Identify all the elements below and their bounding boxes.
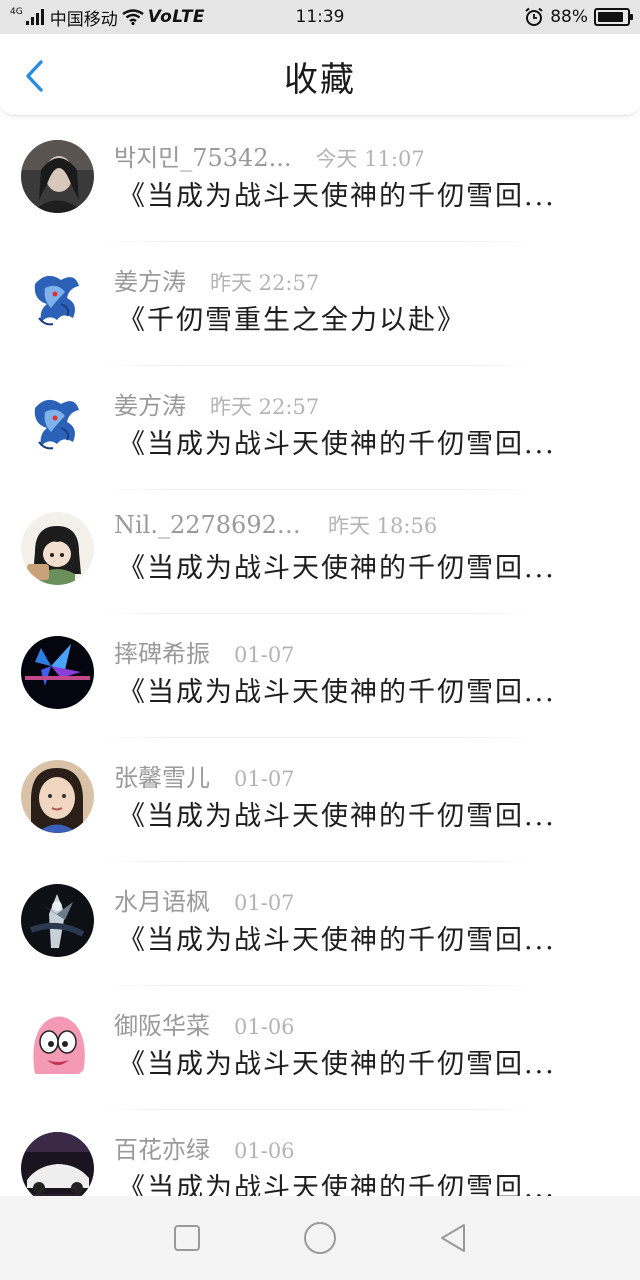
status-bar: 4G 中国移动 VoLTE 11:39 88%	[0, 0, 640, 34]
avatar-anime-girl	[21, 512, 94, 585]
page-title: 收藏	[284, 60, 356, 100]
avatar-girl-photo	[21, 760, 94, 833]
favorites-list[interactable]: 박지민_75342... 今天 11:07 《当成为战斗天使神的千仞雪回... …	[0, 118, 640, 1196]
favorite-content[interactable]: 《当成为战斗天使神的千仞雪回...	[118, 422, 588, 461]
favorite-content[interactable]: 《当成为战斗天使神的千仞雪回...	[118, 1042, 588, 1081]
item-meta: 姜方涛 昨天 22:57	[114, 262, 319, 297]
avatar[interactable]	[21, 388, 94, 461]
item-meta: Nil._22786929... 昨天 18:56	[114, 510, 437, 540]
status-right: 88%	[524, 7, 633, 27]
wifi-icon	[122, 9, 144, 25]
favorite-content[interactable]: 《当成为战斗天使神的千仞雪回...	[118, 1166, 588, 1196]
title-bar: 收藏	[0, 34, 640, 116]
battery-icon	[594, 8, 633, 26]
timestamp: 01-07	[234, 643, 295, 667]
avatar[interactable]	[21, 1132, 94, 1196]
list-item[interactable]: 御阪华菜 01-06 《当成为战斗天使神的千仞雪回...	[0, 986, 640, 1110]
list-item[interactable]: Nil._22786929... 昨天 18:56 《当成为战斗天使神的千仞雪回…	[0, 490, 640, 614]
avatar[interactable]	[21, 636, 94, 709]
user-name[interactable]: Nil._22786929...	[114, 511, 304, 539]
timestamp: 01-07	[234, 767, 295, 791]
list-item[interactable]: 박지민_75342... 今天 11:07 《当成为战斗天使神的千仞雪回...	[0, 118, 640, 242]
item-meta: 摔碑希振 01-07	[114, 634, 295, 669]
avatar[interactable]	[21, 140, 94, 213]
battery-fill	[598, 12, 623, 22]
timestamp: 昨天 18:56	[328, 514, 438, 538]
avatar[interactable]	[21, 264, 94, 337]
carrier-name: 中国移动	[49, 9, 118, 30]
timestamp: 01-06	[234, 1139, 295, 1163]
avatar-white-car	[21, 1132, 94, 1196]
user-name[interactable]: 박지민_75342...	[114, 138, 291, 173]
timestamp: 01-06	[234, 1015, 295, 1039]
list-item[interactable]: 姜方涛 昨天 22:57 《当成为战斗天使神的千仞雪回...	[0, 366, 640, 490]
list-item[interactable]: 水月语枫 01-07 《当成为战斗天使神的千仞雪回...	[0, 862, 640, 986]
avatar-dark-blue-star	[21, 636, 94, 709]
recent-apps-button[interactable]	[167, 1218, 207, 1258]
item-meta: 姜方涛 昨天 22:57	[114, 386, 319, 421]
timestamp: 昨天 22:57	[210, 271, 320, 295]
user-name[interactable]: 摔碑希振	[114, 634, 210, 669]
volte-label: VoLTE	[147, 7, 206, 27]
user-name[interactable]: 张馨雪儿	[114, 758, 210, 793]
favorite-content[interactable]: 《当成为战斗天使神的千仞雪回...	[118, 546, 588, 585]
signal-icon	[25, 9, 44, 25]
avatar[interactable]	[21, 512, 94, 585]
system-nav-bar	[0, 1196, 640, 1280]
square-recent-icon	[173, 1225, 200, 1251]
system-back-button[interactable]	[433, 1218, 473, 1258]
timestamp: 01-07	[234, 891, 295, 915]
avatar[interactable]	[21, 760, 94, 833]
list-item[interactable]: 张馨雪儿 01-07 《当成为战斗天使神的千仞雪回...	[0, 738, 640, 862]
home-button[interactable]	[300, 1218, 340, 1258]
list-item[interactable]: 百花亦绿 01-06 《当成为战斗天使神的千仞雪回...	[0, 1110, 640, 1196]
favorite-content[interactable]: 《千仞雪重生之全力以赴》	[118, 298, 588, 337]
user-name[interactable]: 百花亦绿	[114, 1130, 210, 1165]
list-item[interactable]: 姜方涛 昨天 22:57 《千仞雪重生之全力以赴》	[0, 242, 640, 366]
circle-home-icon	[303, 1222, 336, 1254]
avatar-pink-cartoon	[21, 1008, 94, 1081]
favorite-content[interactable]: 《当成为战斗天使神的千仞雪回...	[118, 794, 588, 833]
favorite-content[interactable]: 《当成为战斗天使神的千仞雪回...	[118, 174, 588, 213]
user-name[interactable]: 姜方涛	[114, 262, 186, 297]
avatar-blue-dragon	[21, 388, 94, 461]
timestamp: 昨天 22:57	[210, 395, 320, 419]
avatar-blue-dragon	[21, 264, 94, 337]
avatar-dark-portrait	[21, 140, 94, 213]
item-meta: 张馨雪儿 01-07	[114, 758, 295, 793]
avatar-dark-figure	[21, 884, 94, 957]
favorite-content[interactable]: 《当成为战斗天使神的千仞雪回...	[118, 918, 588, 957]
avatar[interactable]	[21, 884, 94, 957]
avatar[interactable]	[21, 1008, 94, 1081]
list-item[interactable]: 摔碑希振 01-07 《当成为战斗天使神的千仞雪回...	[0, 614, 640, 738]
timestamp: 今天 11:07	[315, 147, 425, 171]
favorite-content[interactable]: 《当成为战斗天使神的千仞雪回...	[118, 670, 588, 709]
status-left: 4G 中国移动 VoLTE	[10, 5, 205, 30]
item-meta: 水月语枫 01-07	[114, 882, 295, 917]
user-name[interactable]: 水月语枫	[114, 882, 210, 917]
triangle-back-icon	[441, 1224, 466, 1252]
item-meta: 박지민_75342... 今天 11:07	[114, 138, 425, 173]
item-meta: 百花亦绿 01-06	[114, 1130, 295, 1165]
user-name[interactable]: 御阪华菜	[114, 1006, 210, 1041]
user-name[interactable]: 姜方涛	[114, 386, 186, 421]
item-meta: 御阪华菜 01-06	[114, 1006, 295, 1041]
network-type: 4G	[10, 6, 23, 17]
alarm-icon	[525, 7, 543, 26]
battery-percent: 88%	[550, 7, 588, 27]
